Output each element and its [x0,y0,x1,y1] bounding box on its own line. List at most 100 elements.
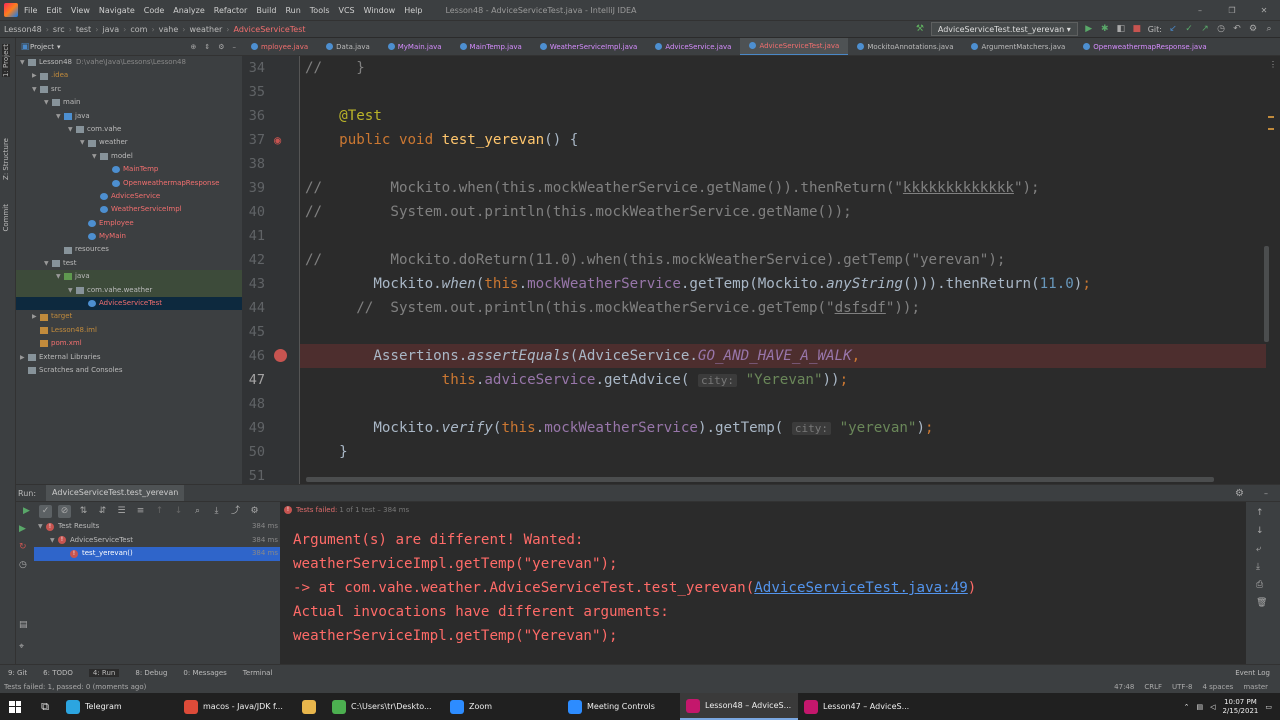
project-tree-item[interactable]: ▼ src [16,83,242,96]
breakpoint-icon[interactable] [274,349,287,362]
menu-view[interactable]: View [71,6,90,15]
taskbar-app[interactable]: Lesson48 – AdviceS... [680,693,798,720]
next-failed-icon[interactable]: ↓ [172,505,185,518]
pin-icon[interactable]: ⌖ [19,642,24,652]
editor-horizontal-scrollbar[interactable] [306,477,1214,482]
menu-code[interactable]: Code [144,6,164,15]
line-number[interactable]: 50 [235,444,265,460]
editor-tab[interactable]: MockitoAnnotations.java [848,38,962,55]
editor-tab[interactable]: MyMain.java [379,38,451,55]
soft-wrap-icon[interactable]: ⤶ [1256,544,1261,554]
expand-all-icon[interactable]: ☰ [115,505,128,518]
collapse-arrow-icon[interactable]: ▶ [32,69,40,82]
menu-refactor[interactable]: Refactor [214,6,248,15]
tool-terminal[interactable]: Terminal [243,669,273,677]
collapse-arrow-icon[interactable]: ▶ [32,310,40,323]
project-tree-item[interactable]: Lesson48.iml [16,324,242,337]
test-tree-item[interactable]: ▼! AdviceServiceTest 384 ms [34,534,280,548]
line-number[interactable]: 35 [235,84,265,100]
taskbar-app[interactable]: C:\Users\tr\Deskto... [326,693,444,720]
caret-position[interactable]: 47:48 [1114,683,1134,691]
commit-tool-button[interactable]: Commit [2,204,10,232]
clear-icon[interactable]: 🗑 [1256,598,1267,608]
breadcrumb-com[interactable]: com [130,25,147,34]
project-tree-item[interactable]: Employee [16,217,242,230]
git-branch[interactable]: master [1243,683,1268,691]
tool-git[interactable]: 9: Git [8,669,27,677]
tray-chevron-icon[interactable]: ⌃ [1184,703,1190,711]
menu-tools[interactable]: Tools [310,6,330,15]
line-number[interactable]: 51 [235,468,265,484]
project-tree-item[interactable]: ▼ weather [16,136,242,149]
menu-file[interactable]: File [24,6,37,15]
scroll-to-end-icon[interactable]: ⤓ [1256,562,1260,572]
project-tree-item[interactable]: ▶ External Libraries [16,351,242,364]
locate-icon[interactable]: ⊕ [190,43,196,51]
project-tree-item[interactable]: MainTemp [16,163,242,176]
warning-marker-icon[interactable] [1268,128,1274,130]
editor-tab[interactable]: MainTemp.java [451,38,531,55]
project-tree-item[interactable]: ▼ java [16,270,242,284]
code-editor[interactable]: 34 35 36 37 38 39 40 41 42 43 44 45 46 47 48 49 50 51 ◉ /… [242,56,1280,484]
line-number[interactable]: 36 [235,108,265,124]
test-console[interactable]: ! Tests failed: 1 of 1 test – 384 ms Arg… [280,502,1246,665]
settings-icon[interactable]: ⚙ [248,505,261,518]
structure-tool-button[interactable]: Z: Structure [2,138,10,180]
breadcrumb-class[interactable]: AdviceServiceTest [234,25,306,34]
expand-arrow-icon[interactable]: ▼ [50,534,58,548]
taskbar-app[interactable]: Telegram [60,693,178,720]
import-tests-icon[interactable]: ⤓ [210,505,223,518]
line-number[interactable]: 46 [235,348,265,364]
indent-setting[interactable]: 4 spaces [1202,683,1233,691]
settings-icon[interactable]: ⚙ [1248,24,1258,34]
taskbar-app[interactable]: macos - Java/JDK f... [178,693,296,720]
line-number[interactable]: 37 [235,132,265,148]
line-number[interactable]: 45 [235,324,265,340]
project-tree-item[interactable]: ▼ com.vahe.weather [16,283,242,298]
windows-start-icon[interactable] [0,693,30,720]
line-number[interactable]: 38 [235,156,265,172]
tool-messages[interactable]: 0: Messages [183,669,226,677]
clock[interactable]: 10:07 PM 2/15/2021 [1222,698,1258,716]
task-view-icon[interactable]: ⧉ [30,693,60,720]
sort-duration-icon[interactable]: ⇵ [96,505,109,518]
breadcrumb-weather[interactable]: weather [190,25,223,34]
line-number[interactable]: 48 [235,396,265,412]
show-ignored-icon[interactable]: ⊘ [58,504,71,518]
chevron-down-icon[interactable]: ▾ [57,43,61,51]
menu-edit[interactable]: Edit [46,6,62,15]
warning-marker-icon[interactable] [1268,116,1274,118]
breadcrumb-test[interactable]: test [76,25,91,34]
search-icon[interactable]: ⌕ [191,505,204,518]
expand-arrow-icon[interactable]: ▼ [56,110,64,123]
notifications-icon[interactable]: ▭ [1265,703,1272,711]
project-tool-button[interactable]: 1: Project [2,44,10,77]
line-number[interactable]: 49 [235,420,265,436]
tool-debug[interactable]: 8: Debug [135,669,167,677]
breadcrumb-java[interactable]: java [102,25,119,34]
taskbar-app[interactable]: Meeting Controls [562,693,680,720]
expand-arrow-icon[interactable]: ▼ [80,136,88,149]
run-test-icon[interactable]: ◉ [274,134,287,147]
coverage-icon[interactable]: ◧ [1116,24,1126,34]
sort-alpha-icon[interactable]: ⇅ [77,505,90,518]
collapse-all-icon[interactable]: ≡ [134,505,147,518]
project-tree-item[interactable]: ▼ test [16,257,242,270]
editor-tab[interactable]: WeatherServiceImpl.java [531,38,647,55]
project-tree-item[interactable]: ▼ model [16,150,242,163]
history-icon[interactable]: ◷ [1216,24,1226,34]
menu-window[interactable]: Window [364,6,396,15]
scroll-up-icon[interactable]: ↑ [1256,508,1264,518]
editor-tab[interactable]: AdviceService.java [646,38,740,55]
test-tree-item[interactable]: ▼! Test Results 384 ms [34,520,280,534]
expand-arrow-icon[interactable]: ▼ [44,96,52,109]
rerun-icon[interactable]: ▶ [19,524,26,534]
project-tree-item[interactable]: WeatherServiceImpl [16,203,242,216]
project-tree-item[interactable]: ▼ com.vahe [16,123,242,136]
taskbar-app[interactable]: Lesson47 – AdviceS... [798,693,916,720]
project-tree-item[interactable]: Scratches and Consoles [16,364,242,377]
line-number[interactable]: 34 [235,60,265,76]
rerun-failed-icon[interactable]: ↻ [19,542,27,552]
project-tree-item[interactable]: pom.xml [16,337,242,350]
project-tree-item[interactable]: AdviceServiceTest [16,297,242,311]
